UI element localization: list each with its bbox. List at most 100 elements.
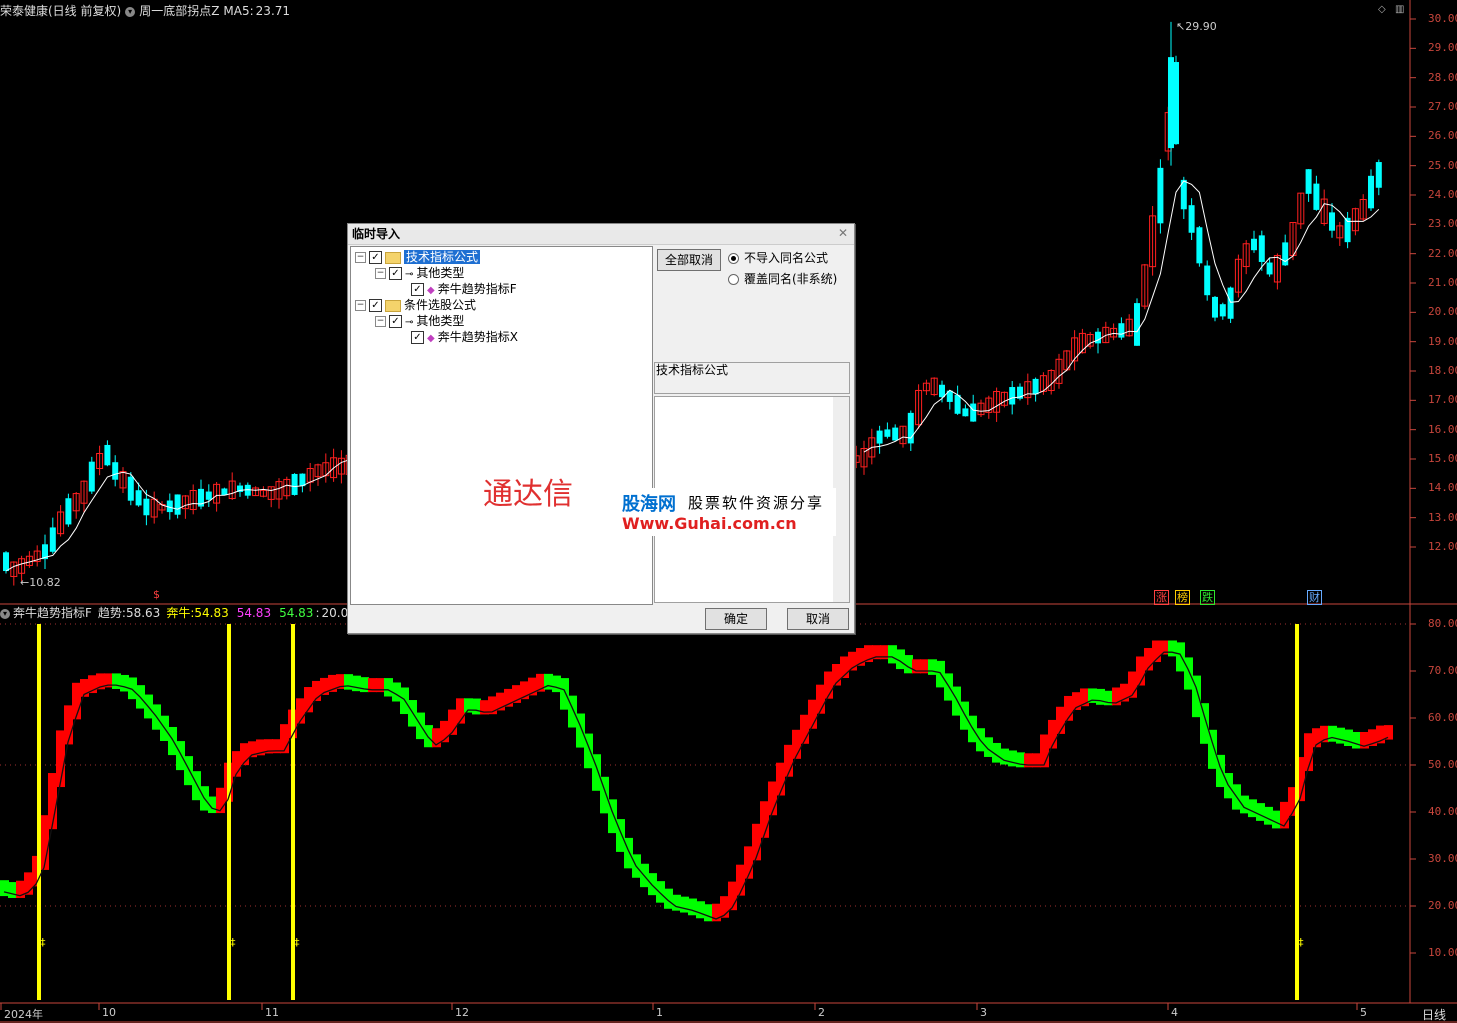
candle-down	[1095, 331, 1101, 344]
grid-toggle-icon[interactable]: ▥	[1395, 4, 1404, 15]
radio-dot[interactable]	[728, 274, 739, 285]
tree-root-technical[interactable]: − ✓ 技术指标公式	[355, 249, 481, 265]
indicator-menu-icon[interactable]: ▾	[0, 608, 10, 619]
signal-mark: ‡	[294, 936, 300, 949]
indicator-tick: 80.00	[1428, 617, 1457, 630]
price-tick: 25.00	[1428, 158, 1457, 172]
time-tick: 11	[265, 1006, 279, 1019]
limit-up-mark[interactable]: 涨	[1154, 590, 1169, 605]
candle-down	[1375, 162, 1382, 188]
tree-label: 其他类型	[416, 266, 465, 280]
indicator-bar-down	[192, 771, 201, 801]
tree-leaf-technical[interactable]: ✓ ◆ 奔牛趋势指标F	[411, 281, 517, 297]
indicator-tick: 60.00	[1428, 711, 1457, 724]
value-4: 54.83	[279, 606, 314, 620]
collapse-icon[interactable]: −	[355, 300, 366, 311]
price-tick: 18.00	[1428, 364, 1457, 377]
indicator-bar-down	[424, 725, 433, 748]
indicator-bar-down	[1272, 810, 1281, 829]
indicator-bar-down	[0, 880, 9, 897]
time-tick: 1	[656, 1006, 663, 1019]
indicator-bar-down	[560, 678, 569, 710]
time-tick: 5	[1360, 1006, 1367, 1019]
tree-child-technical[interactable]: − ✓ ⊸ 其他类型	[375, 265, 464, 281]
candle-down	[1009, 387, 1016, 405]
candle-down	[205, 491, 212, 500]
guhai-watermark: 股海网 股票软件资源分享 Www.Guhai.com.cn	[622, 488, 836, 536]
stock-name[interactable]: 荣泰健康(日线 前复权)	[0, 4, 121, 18]
price-tick: 15.00	[1428, 452, 1457, 465]
candle-down	[962, 408, 969, 417]
tree-label: 奔牛趋势指标X	[437, 330, 518, 344]
checkbox[interactable]: ✓	[389, 315, 402, 328]
indicator-tick: 20.00	[1428, 899, 1457, 912]
indicator-bar-down	[392, 682, 401, 702]
checkbox[interactable]: ✓	[411, 283, 424, 296]
candle-down	[221, 488, 228, 496]
period-label[interactable]: 日线	[1422, 1006, 1446, 1023]
collapse-icon[interactable]: −	[375, 316, 386, 327]
candle-down	[112, 462, 119, 480]
price-tick: 17.00	[1428, 393, 1457, 407]
time-tick: 4	[1171, 1006, 1178, 1019]
ma-value: 23.71	[255, 4, 291, 18]
candle-down	[876, 430, 883, 444]
tree-child-selection[interactable]: − ✓ ⊸ 其他类型	[375, 313, 464, 329]
checkbox[interactable]: ✓	[411, 331, 424, 344]
collapse-icon[interactable]: −	[375, 268, 386, 279]
checkbox[interactable]: ✓	[369, 251, 382, 264]
cancel-button[interactable]: 取消	[787, 608, 849, 630]
candle-down	[1157, 167, 1164, 224]
key-icon: ⊸	[405, 269, 414, 280]
formula-icon: ◆	[427, 285, 435, 296]
dropdown-icon[interactable]: ▾	[125, 6, 136, 17]
tree-leaf-selection[interactable]: ✓ ◆ 奔牛趋势指标X	[411, 329, 518, 345]
candle-down	[88, 461, 95, 492]
chart-header: 荣泰健康(日线 前复权) ▾ 周一底部拐点Z MA5: 23.71	[0, 0, 1410, 22]
tree-label: 其他类型	[416, 314, 465, 328]
tree-root-selection[interactable]: − ✓ 条件选股公式	[355, 297, 476, 313]
indicator-bar-down	[384, 678, 393, 697]
candle-down	[1329, 212, 1335, 231]
indicator-bar-up	[48, 773, 57, 830]
indicator-bar-down	[888, 645, 897, 664]
candle-down	[954, 394, 961, 414]
radio-dot[interactable]	[728, 253, 739, 264]
formula-name[interactable]: 周一底部拐点Z	[139, 4, 219, 18]
checkbox[interactable]: ✓	[369, 299, 382, 312]
candle-down	[1251, 238, 1257, 251]
checkbox[interactable]: ✓	[389, 267, 402, 280]
price-tick: 30.00	[1428, 12, 1457, 25]
indicator-tick: 30.00	[1428, 852, 1457, 865]
candle-down	[1204, 265, 1211, 296]
candle-down	[1188, 205, 1195, 233]
candle-down	[892, 427, 899, 441]
ok-button[interactable]: 确定	[705, 608, 767, 630]
indicator-bar-down	[1096, 688, 1105, 705]
cancel-all-button[interactable]: 全部取消	[657, 249, 721, 271]
candle-down	[1305, 169, 1312, 194]
candle-down	[1168, 57, 1174, 149]
candle-down	[174, 494, 181, 515]
radio-overwrite[interactable]: 覆盖同名(非系统)	[728, 271, 837, 287]
candle-down	[1118, 323, 1125, 338]
ranking-mark[interactable]: 榜	[1175, 590, 1190, 605]
candle-down	[49, 527, 56, 552]
indicator-bar-down	[1344, 729, 1353, 746]
dividend-mark[interactable]: $	[152, 588, 161, 601]
indicator-bar-down	[688, 898, 697, 916]
finance-mark[interactable]: 财	[1307, 590, 1322, 605]
tree-label: 奔牛趋势指标F	[437, 282, 517, 296]
ma-label: MA5:	[223, 4, 254, 18]
folder-icon	[385, 251, 401, 264]
indicator-bar-down	[176, 741, 185, 771]
indicator-bar-down	[1328, 725, 1337, 742]
candle-down	[1227, 287, 1234, 319]
collapse-icon[interactable]: −	[355, 252, 366, 263]
indicator-name[interactable]: 奔牛趋势指标F	[13, 606, 92, 620]
indicator-bar-down	[344, 674, 353, 690]
limit-down-mark[interactable]: 跌	[1200, 590, 1215, 605]
radio-no-import[interactable]: 不导入同名公式	[728, 250, 828, 266]
close-icon[interactable]: ✕	[836, 226, 850, 240]
diamond-icon[interactable]: ◇	[1378, 4, 1386, 15]
